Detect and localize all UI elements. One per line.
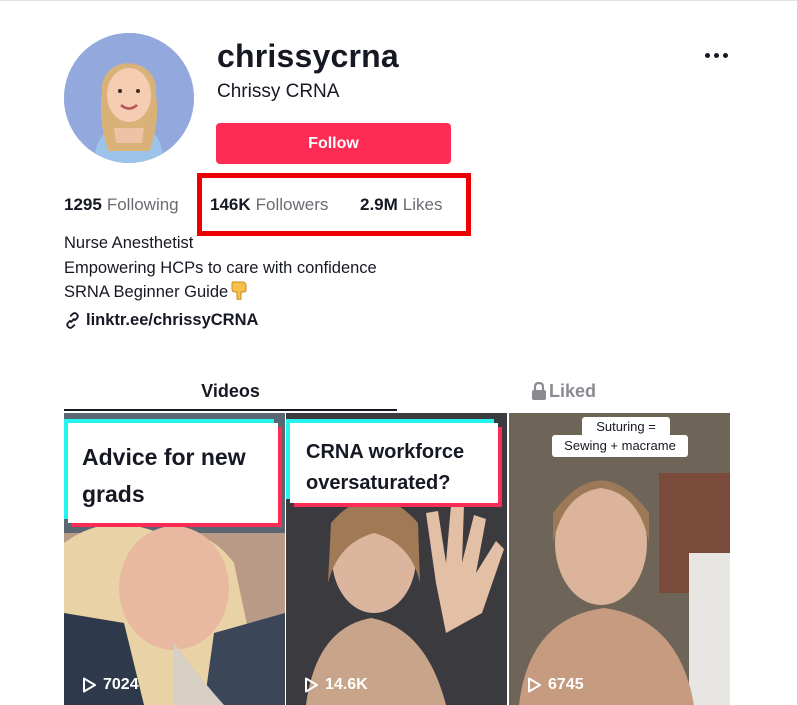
play-icon bbox=[305, 677, 318, 693]
tab-liked[interactable]: Liked bbox=[397, 371, 730, 411]
video-caption: CRNA workforce oversaturated? bbox=[290, 423, 498, 503]
top-divider bbox=[0, 0, 797, 1]
bio: Nurse Anesthetist Empowering HCPs to car… bbox=[64, 231, 377, 308]
link-icon bbox=[66, 312, 79, 329]
lock-icon bbox=[531, 382, 546, 400]
following-count: 1295 bbox=[64, 195, 102, 214]
bio-line-3: SRNA Beginner Guide bbox=[64, 280, 377, 308]
follow-button[interactable]: Follow bbox=[216, 123, 451, 164]
display-name: Chrissy CRNA bbox=[217, 81, 340, 102]
view-count-value: 14.6K bbox=[325, 676, 368, 693]
play-icon bbox=[528, 677, 541, 693]
video-caption-line-1: Suturing = bbox=[582, 417, 670, 437]
view-count: 6745 bbox=[527, 676, 584, 694]
bio-line-1: Nurse Anesthetist bbox=[64, 234, 194, 252]
view-count: 14.6K bbox=[304, 676, 368, 694]
following-stat[interactable]: 1295 Following bbox=[64, 192, 179, 218]
video-grid: Advice for new grads 7024 CRNA workforce… bbox=[64, 413, 730, 705]
tab-videos[interactable]: Videos bbox=[64, 371, 397, 411]
video-caption-line-2: Sewing + macrame bbox=[552, 435, 688, 457]
username: chrissycrna bbox=[217, 38, 399, 74]
bio-line-2: Empowering HCPs to care with confidence bbox=[64, 258, 377, 277]
more-options-button[interactable] bbox=[700, 45, 732, 65]
more-icon bbox=[704, 52, 710, 58]
profile-link-text: linktr.ee/chrissyCRNA bbox=[86, 311, 259, 329]
tab-liked-label: Liked bbox=[548, 380, 596, 401]
active-tab-indicator bbox=[64, 409, 397, 411]
pointing-down-emoji bbox=[230, 280, 248, 308]
video-card[interactable]: Advice for new grads 7024 bbox=[64, 413, 285, 705]
avatar bbox=[64, 33, 194, 163]
profile-tabs: Videos Liked bbox=[64, 371, 730, 411]
video-caption: Advice for new grads bbox=[68, 423, 278, 523]
view-count-value: 6745 bbox=[548, 676, 584, 693]
view-count-value: 7024 bbox=[103, 676, 139, 693]
profile-link[interactable]: linktr.ee/chrissyCRNA bbox=[64, 311, 258, 330]
highlight-annotation bbox=[197, 173, 471, 236]
video-card[interactable]: CRNA workforce oversaturated? 14.6K bbox=[286, 413, 507, 705]
video-card[interactable]: Suturing = Sewing + macrame 6745 bbox=[509, 413, 730, 705]
play-icon bbox=[83, 677, 96, 693]
view-count: 7024 bbox=[82, 676, 139, 694]
following-label: Following bbox=[106, 195, 179, 214]
